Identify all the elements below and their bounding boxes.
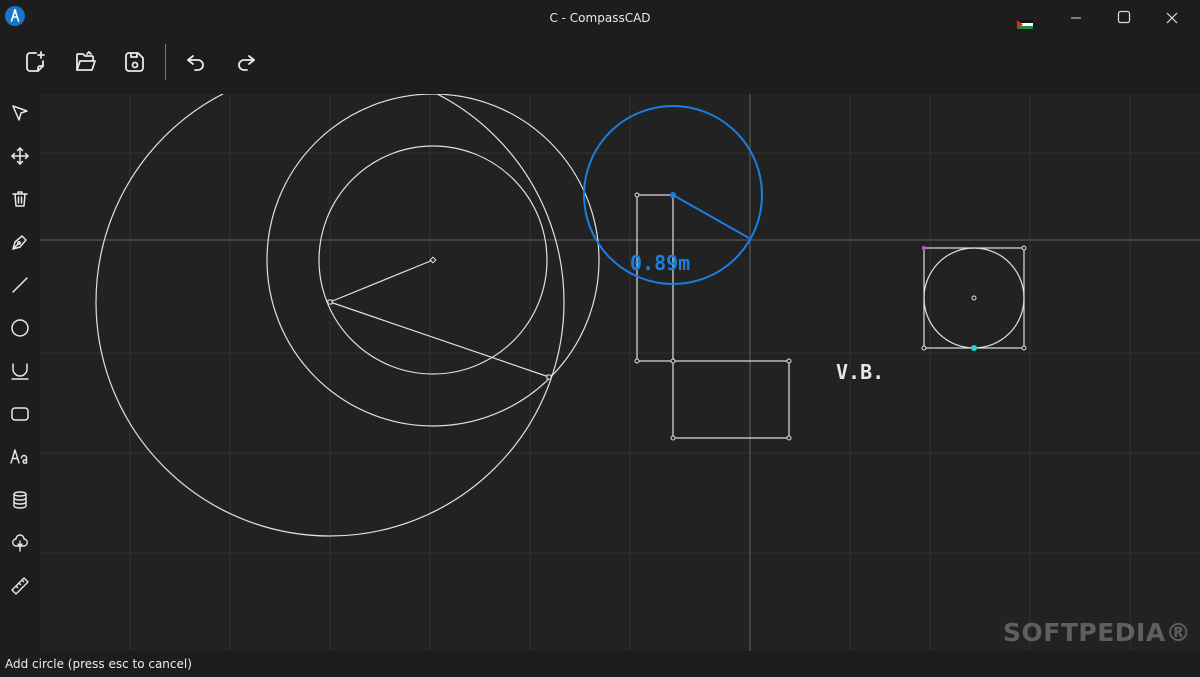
vertex-point xyxy=(670,435,676,441)
tool-sidebar xyxy=(0,94,40,651)
redo-icon xyxy=(234,50,258,78)
ruler-tool-button[interactable] xyxy=(6,574,34,602)
radius-line xyxy=(329,259,434,303)
toolbar-separator xyxy=(165,44,166,80)
vertex-point xyxy=(786,358,792,364)
pen-icon xyxy=(10,232,30,256)
close-icon xyxy=(1166,9,1178,28)
minimize-button[interactable] xyxy=(1052,0,1100,36)
horizontal-rectangle xyxy=(672,360,790,439)
vertex-point xyxy=(634,192,640,198)
maximize-icon xyxy=(1117,9,1131,28)
center-point xyxy=(429,256,437,264)
rectangle-tool-button[interactable] xyxy=(6,402,34,430)
arc-icon xyxy=(10,361,30,385)
center-point xyxy=(971,295,977,301)
active-center-point xyxy=(670,192,676,198)
vertex-point xyxy=(1021,345,1027,351)
active-radius-line xyxy=(672,194,750,239)
vertex-point xyxy=(786,435,792,441)
select-tool-button[interactable] xyxy=(6,101,34,129)
vertex-point xyxy=(546,374,552,380)
tree-tool-button[interactable] xyxy=(6,531,34,559)
minimize-icon xyxy=(1070,9,1082,28)
flag-icon xyxy=(1017,14,1033,29)
trash-icon xyxy=(10,189,30,213)
measurement-label: 0.89m xyxy=(630,251,690,275)
new-file-icon xyxy=(23,50,47,78)
main-toolbar xyxy=(0,36,1200,94)
circle-icon xyxy=(10,318,30,342)
inscribed-circle xyxy=(923,247,1025,349)
line-icon xyxy=(10,275,30,299)
line-tool-button[interactable] xyxy=(6,273,34,301)
move-icon xyxy=(10,146,30,170)
axis-lines xyxy=(40,94,1200,651)
new-file-button[interactable] xyxy=(17,46,53,82)
vertex-point xyxy=(634,358,640,364)
close-button[interactable] xyxy=(1148,0,1196,36)
grid xyxy=(40,94,1200,651)
pointer-icon xyxy=(10,103,30,127)
delete-tool-button[interactable] xyxy=(6,187,34,215)
rounded-rect-icon xyxy=(10,404,30,428)
status-message: Add circle (press esc to cancel) xyxy=(5,657,192,671)
app-logo-icon xyxy=(5,6,25,26)
redo-button[interactable] xyxy=(228,46,264,82)
circle-tool-button[interactable] xyxy=(6,316,34,344)
radius-line xyxy=(329,301,550,378)
database-tool-button[interactable] xyxy=(6,488,34,516)
tree-icon xyxy=(10,533,30,557)
undo-button[interactable] xyxy=(178,46,214,82)
save-file-button[interactable] xyxy=(117,46,153,82)
vertex-point xyxy=(1021,245,1027,251)
vertex-point xyxy=(670,358,676,364)
open-file-button[interactable] xyxy=(67,46,103,82)
text-label: V.B. xyxy=(836,360,884,384)
ruler-icon xyxy=(10,576,30,600)
undo-icon xyxy=(184,50,208,78)
pen-tool-button[interactable] xyxy=(6,230,34,258)
vertex-point xyxy=(327,299,333,305)
watermark: SOFTPEDIA® xyxy=(1003,618,1192,647)
arc-tool-button[interactable] xyxy=(6,359,34,387)
title-bar: C - CompassCAD xyxy=(0,0,1200,36)
move-tool-button[interactable] xyxy=(6,144,34,172)
folder-open-icon xyxy=(73,50,97,78)
status-bar: Add circle (press esc to cancel) xyxy=(0,651,1200,675)
vertex-point xyxy=(922,246,926,250)
vertex-point xyxy=(921,345,927,351)
tangent-point xyxy=(971,345,977,351)
maximize-button[interactable] xyxy=(1100,0,1148,36)
save-icon xyxy=(123,50,147,78)
drawing-surface[interactable]: 0.89m V.B. xyxy=(40,67,1200,651)
text-icon xyxy=(10,447,30,471)
drawing-canvas[interactable]: 0.89m V.B. xyxy=(40,67,1200,651)
database-icon xyxy=(10,490,30,514)
text-tool-button[interactable] xyxy=(6,445,34,473)
